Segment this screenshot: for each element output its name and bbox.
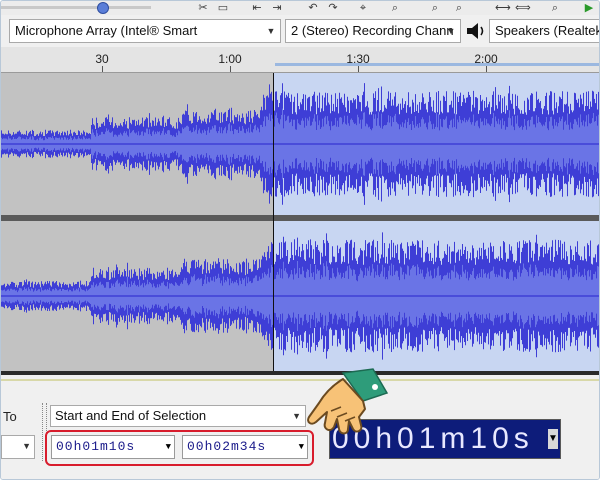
track-bottom-border: [1, 371, 599, 375]
ruler-tick: [102, 66, 103, 72]
sync-lock-icon[interactable]: ⌖: [357, 2, 369, 14]
trim-icon[interactable]: ⇤: [251, 2, 263, 14]
ruler-tick: [486, 66, 487, 72]
play-icon[interactable]: ▶: [583, 2, 595, 14]
ruler-tick: [230, 66, 231, 72]
silence-icon[interactable]: ⇥: [271, 2, 283, 14]
edit-cursor-line: [273, 73, 274, 371]
selection-mode-select[interactable]: Start and End of Selection ▼: [50, 405, 306, 427]
device-toolbar: Microphone Array (Intel® Smart ▼ 2 (Ster…: [1, 15, 600, 48]
ruler-label: 30: [95, 52, 109, 66]
waveform-channel-right[interactable]: [1, 221, 599, 371]
recording-device-select[interactable]: Microphone Array (Intel® Smart ▼: [9, 19, 281, 43]
recording-device-value: Microphone Array (Intel® Smart: [15, 23, 198, 38]
play-region-bar[interactable]: [275, 63, 599, 66]
volume-slider-knob[interactable]: [97, 2, 109, 14]
chevron-down-icon: ▼: [22, 441, 31, 451]
recording-channels-value: 2 (Stereo) Recording Chann: [291, 23, 454, 38]
fit-selection-icon[interactable]: ⟷: [495, 2, 511, 14]
selection-toolbar: To ▼ Start and End of Selection ▼ 00h01m…: [1, 379, 599, 479]
fit-project-icon[interactable]: ⟺: [515, 2, 531, 14]
audacity-window: ✂ ▭ ⇤ ⇥ ↶ ↷ ⌖ ⌕ ⌕ ⌕ ⟷ ⟺ ⌕ ▶ Microphone A…: [0, 0, 600, 480]
ruler-label: 1:00: [218, 52, 242, 66]
playback-device-select[interactable]: Speakers (Realtek(: [489, 19, 600, 43]
cut-icon[interactable]: ✂: [197, 2, 209, 14]
zoom-toggle-icon[interactable]: ⌕: [549, 2, 561, 14]
chevron-down-icon: ▼: [266, 26, 276, 36]
volume-slider-track[interactable]: [1, 6, 151, 9]
chevron-down-icon: ▼: [446, 26, 456, 36]
zoom-out-icon[interactable]: ⌕: [453, 2, 465, 14]
ruler-tick: [358, 66, 359, 72]
zoom-in-icon[interactable]: ⌕: [429, 2, 441, 14]
selection-mode-value: Start and End of Selection: [55, 408, 207, 423]
pointing-hand-icon: [307, 368, 389, 435]
top-toolbar: ✂ ▭ ⇤ ⇥ ↶ ↷ ⌖ ⌕ ⌕ ⌕ ⟷ ⟺ ⌕ ▶: [1, 1, 599, 16]
time-format-dropdown-icon[interactable]: ▼: [548, 429, 558, 449]
to-label: To: [3, 409, 17, 424]
selection-times-highlight: [45, 430, 314, 466]
redo-icon[interactable]: ↷: [327, 2, 339, 14]
zoom-icon[interactable]: ⌕: [389, 2, 401, 14]
waveform-left: [1, 83, 599, 205]
chevron-down-icon: ▼: [292, 411, 301, 421]
speaker-icon: [467, 23, 484, 39]
copy-icon[interactable]: ▭: [217, 2, 229, 14]
playback-device-value: Speakers (Realtek(: [495, 23, 600, 38]
timeline-ruler[interactable]: 30 1:00 1:30 2:00: [1, 47, 599, 73]
undo-icon[interactable]: ↶: [307, 2, 319, 14]
snap-to-select[interactable]: ▼: [1, 435, 35, 459]
recording-channels-select[interactable]: 2 (Stereo) Recording Chann ▼: [285, 19, 461, 43]
waveform-channel-left[interactable]: [1, 73, 599, 215]
waveform-right: [1, 232, 599, 360]
